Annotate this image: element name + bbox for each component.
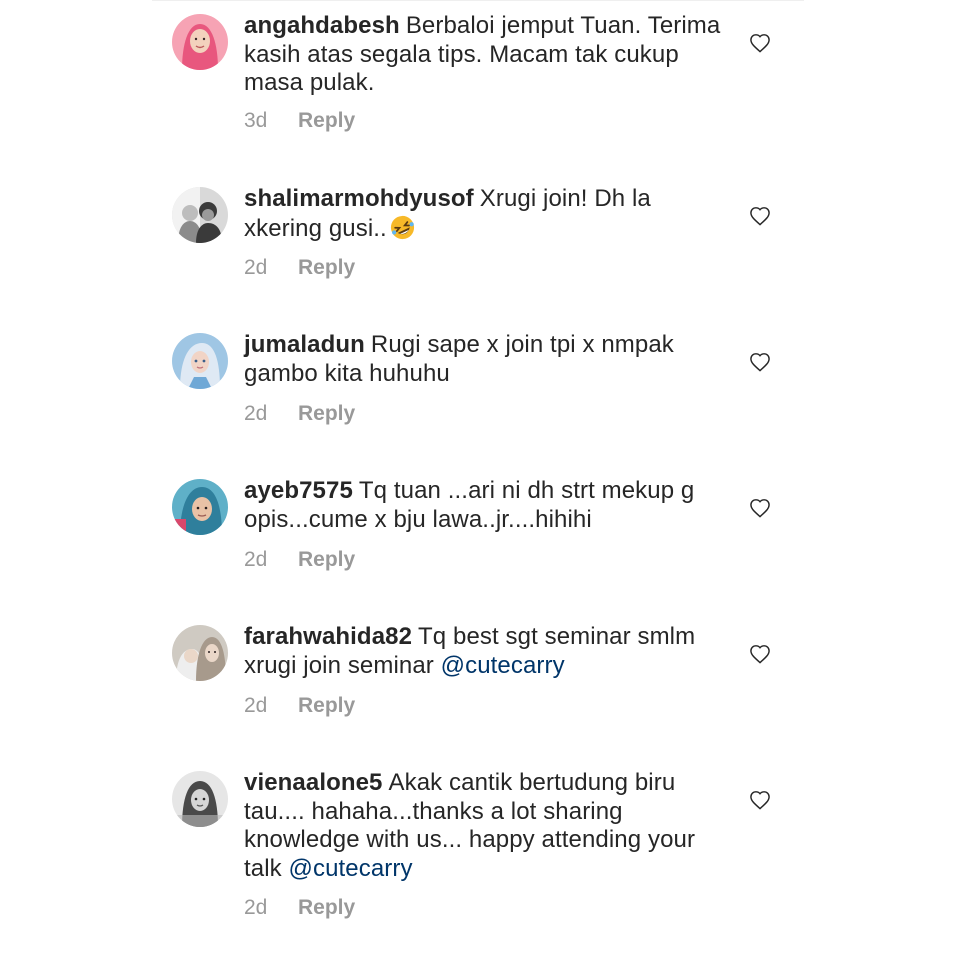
comment-body: shalimarmohdyusof Xrugi join! Dh la xkeri…	[244, 185, 724, 243]
comment-item: ayeb7575 Tq tuan ...ari ni dh strt mekup …	[0, 471, 960, 601]
comment-meta: 3d Reply	[244, 109, 355, 133]
comment-meta: 2d Reply	[244, 256, 355, 280]
heart-icon[interactable]	[749, 33, 771, 53]
comment-username[interactable]: vienaalone5	[244, 769, 383, 796]
reply-button[interactable]: Reply	[298, 694, 355, 717]
comment-username[interactable]: ayeb7575	[244, 477, 353, 504]
comment-meta: 2d Reply	[244, 694, 355, 718]
comment-username[interactable]: angahdabesh	[244, 12, 400, 39]
comment-item: angahdabesh Berbaloi jemput Tuan. Terima …	[0, 6, 960, 156]
reply-button[interactable]: Reply	[298, 256, 355, 279]
comment-meta: 2d Reply	[244, 548, 355, 572]
comment-item: farahwahida82 Tq best sgt seminar smlm xr…	[0, 617, 960, 747]
comment-age[interactable]: 2d	[244, 896, 298, 920]
reply-button[interactable]: Reply	[298, 109, 355, 132]
comment-username[interactable]: jumaladun	[244, 331, 365, 358]
avatar[interactable]	[172, 625, 228, 681]
comment-item: vienaalone5 Akak cantik bertudung biru ta…	[0, 763, 960, 953]
comment-body: ayeb7575 Tq tuan ...ari ni dh strt mekup …	[244, 477, 724, 534]
avatar[interactable]	[172, 14, 228, 70]
comment-age[interactable]: 2d	[244, 402, 298, 426]
top-divider	[152, 0, 804, 1]
heart-icon[interactable]	[749, 206, 771, 226]
heart-icon[interactable]	[749, 644, 771, 664]
heart-icon[interactable]	[749, 790, 771, 810]
comment-meta: 2d Reply	[244, 402, 355, 426]
comment-mention-link[interactable]: @cutecarry	[441, 652, 565, 679]
reply-button[interactable]: Reply	[298, 402, 355, 425]
avatar[interactable]	[172, 333, 228, 389]
comment-mention-link[interactable]: @cutecarry	[289, 855, 413, 882]
avatar[interactable]	[172, 187, 228, 243]
reply-button[interactable]: Reply	[298, 548, 355, 571]
comment-age[interactable]: 3d	[244, 109, 298, 133]
rolling-on-floor-laughing-emoji	[390, 215, 414, 239]
heart-icon[interactable]	[749, 352, 771, 372]
comment-meta: 2d Reply	[244, 896, 355, 920]
avatar[interactable]	[172, 479, 228, 535]
avatar[interactable]	[172, 771, 228, 827]
comment-item: jumaladun Rugi sape x join tpi x nmpak ga…	[0, 325, 960, 455]
comment-body: farahwahida82 Tq best sgt seminar smlm xr…	[244, 623, 724, 680]
comment-body: vienaalone5 Akak cantik bertudung biru ta…	[244, 769, 724, 883]
comment-body: angahdabesh Berbaloi jemput Tuan. Terima …	[244, 12, 724, 98]
comment-age[interactable]: 2d	[244, 694, 298, 718]
comment-item: shalimarmohdyusof Xrugi join! Dh la xkeri…	[0, 179, 960, 309]
comment-username[interactable]: shalimarmohdyusof	[244, 185, 474, 212]
comment-age[interactable]: 2d	[244, 548, 298, 572]
reply-button[interactable]: Reply	[298, 896, 355, 919]
comment-age[interactable]: 2d	[244, 256, 298, 280]
comment-username[interactable]: farahwahida82	[244, 623, 412, 650]
heart-icon[interactable]	[749, 498, 771, 518]
comment-body: jumaladun Rugi sape x join tpi x nmpak ga…	[244, 331, 724, 388]
